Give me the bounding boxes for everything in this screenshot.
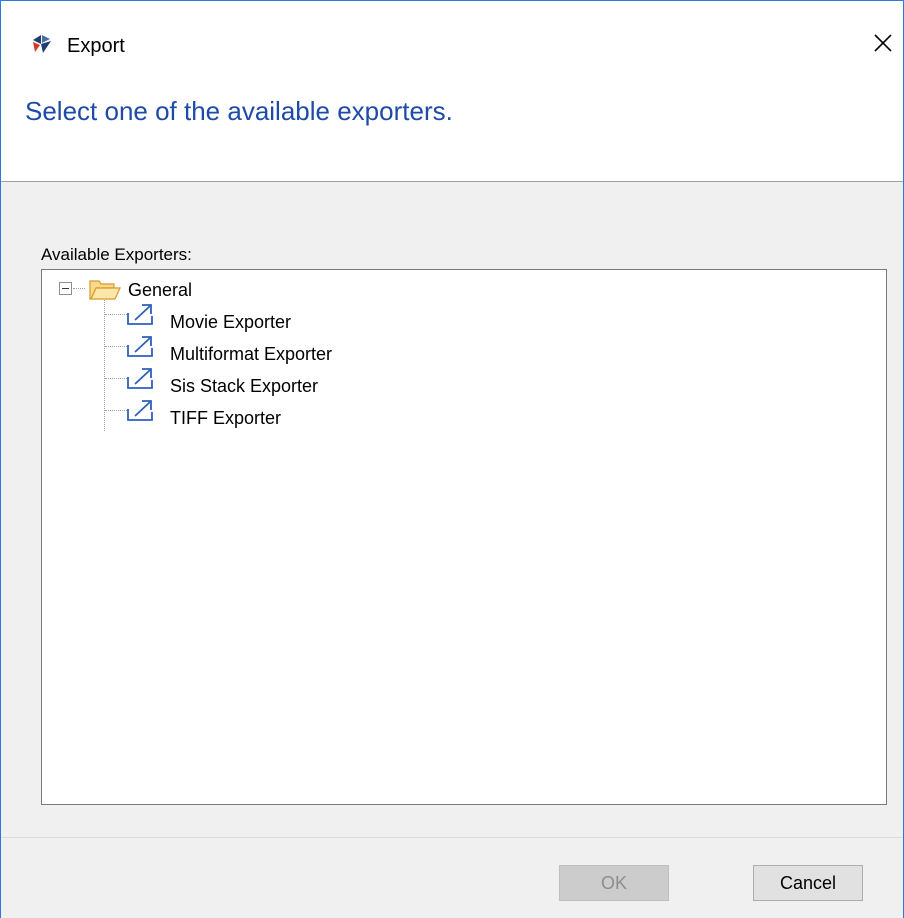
collapse-minus-icon[interactable] [59, 282, 72, 295]
tree-item-label[interactable]: Sis Stack Exporter [170, 375, 318, 397]
window-title: Export [67, 35, 125, 57]
close-icon [873, 33, 893, 58]
available-exporters-label: Available Exporters: [41, 245, 192, 264]
tree-root-label[interactable]: General [128, 279, 192, 301]
tree-item-label[interactable]: TIFF Exporter [170, 407, 281, 429]
tree-connector [105, 346, 127, 347]
export-arrow-icon [126, 366, 158, 390]
title-bar: Export [1, 1, 903, 77]
ok-button[interactable]: OK [559, 865, 669, 901]
export-arrow-icon [126, 302, 158, 326]
cancel-button[interactable]: Cancel [753, 865, 863, 901]
tree-item-label[interactable]: Movie Exporter [170, 311, 291, 333]
dialog-header: Select one of the available exporters. [1, 77, 903, 181]
tree-connector [105, 410, 127, 411]
close-button[interactable] [861, 25, 903, 65]
dialog-footer: OK Cancel [1, 838, 903, 918]
tree-connector [73, 288, 85, 289]
header-instruction: Select one of the available exporters. [25, 96, 453, 126]
export-dialog: Export Select one of the available expor… [0, 0, 904, 918]
folder-open-icon [88, 277, 122, 301]
tree-connector [105, 314, 127, 315]
tree-item-label[interactable]: Multiformat Exporter [170, 343, 332, 365]
tree-connector [105, 378, 127, 379]
export-arrow-icon [126, 334, 158, 358]
app-logo-icon [31, 34, 53, 54]
tree-connector [104, 300, 105, 431]
exporters-tree[interactable]: General Movie Exporter Multiformat Expor… [41, 269, 887, 805]
content-panel: Available Exporters: General Movie Expor… [1, 182, 903, 837]
export-arrow-icon [126, 398, 158, 422]
